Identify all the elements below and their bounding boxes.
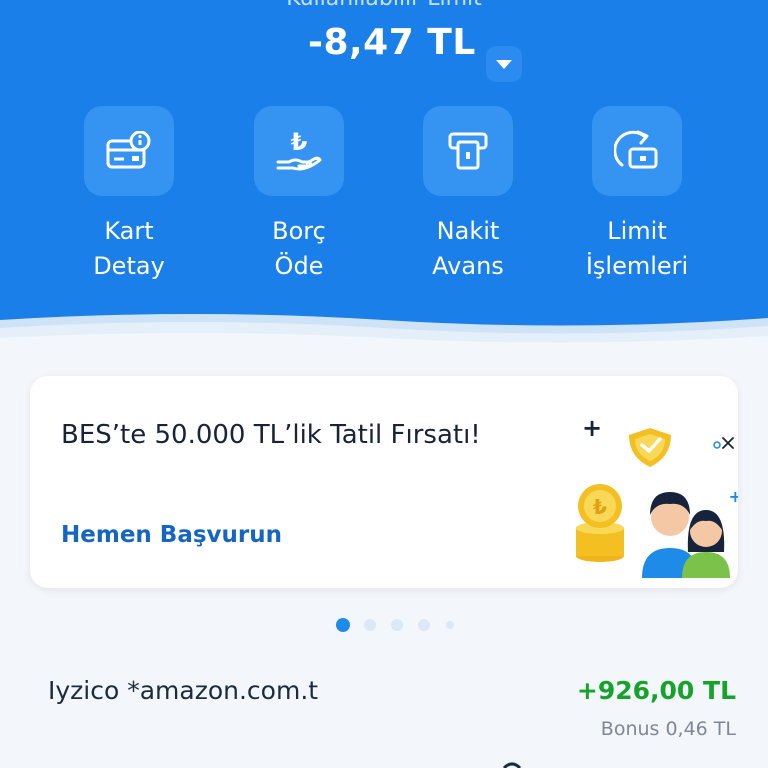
pay-debt-label-1: Borç <box>272 217 326 245</box>
card-refresh-icon <box>592 106 682 196</box>
available-limit-value: -8,47 TL <box>308 22 476 63</box>
svg-text:+: + <box>582 414 602 442</box>
header-wave <box>0 314 768 356</box>
next-row-peek <box>502 762 522 768</box>
pay-debt-label-2: Öde <box>274 252 324 280</box>
transaction-merchant[interactable]: Iyzico *amazon.com.t <box>48 676 318 705</box>
carousel-dot[interactable] <box>446 621 454 629</box>
svg-text:₺: ₺ <box>291 128 308 156</box>
card-header: Kullanılabilir Limit -8,47 TL Kart Detay <box>0 0 768 352</box>
cash-advance-button[interactable]: Nakit Avans <box>393 106 543 284</box>
atm-icon <box>423 106 513 196</box>
apply-now-link[interactable]: Hemen Başvurun <box>61 522 282 548</box>
svg-text:+: + <box>729 487 738 506</box>
transaction-amount: +926,00 TL <box>576 676 736 705</box>
card-detail-button[interactable]: Kart Detay <box>54 106 204 284</box>
promo-card[interactable]: BES’te 50.000 TL’lik Tatil Fırsatı! Heme… <box>30 376 738 588</box>
limit-operations-button[interactable]: Limit İşlemleri <box>562 106 712 284</box>
promo-title: BES’te 50.000 TL’lik Tatil Fırsatı! <box>61 420 481 450</box>
cash-advance-label-1: Nakit <box>436 217 500 245</box>
card-info-icon <box>84 106 174 196</box>
card-detail-label-2: Detay <box>93 252 165 280</box>
svg-text:₺: ₺ <box>593 495 607 519</box>
pay-debt-button[interactable]: ₺ Borç Öde <box>224 106 374 284</box>
limit-operations-label-1: Limit <box>607 217 667 245</box>
limit-operations-label-2: İşlemleri <box>585 252 689 280</box>
carousel-dot[interactable] <box>391 619 403 631</box>
available-limit-label: Kullanılabilir Limit <box>0 0 768 11</box>
carousel-dot-active[interactable] <box>336 618 350 632</box>
chevron-down-icon[interactable] <box>486 46 522 82</box>
lira-hand-icon: ₺ <box>254 106 344 196</box>
card-detail-label-1: Kart <box>104 217 154 245</box>
carousel-dot[interactable] <box>364 619 376 631</box>
cash-advance-label-2: Avans <box>432 252 504 280</box>
transaction-bonus: Bonus 0,46 TL <box>600 718 736 740</box>
limit-row: -8,47 TL <box>0 18 768 82</box>
family-coins-shield-illustration: + + ₺ <box>576 414 738 578</box>
carousel-dot[interactable] <box>418 619 430 631</box>
